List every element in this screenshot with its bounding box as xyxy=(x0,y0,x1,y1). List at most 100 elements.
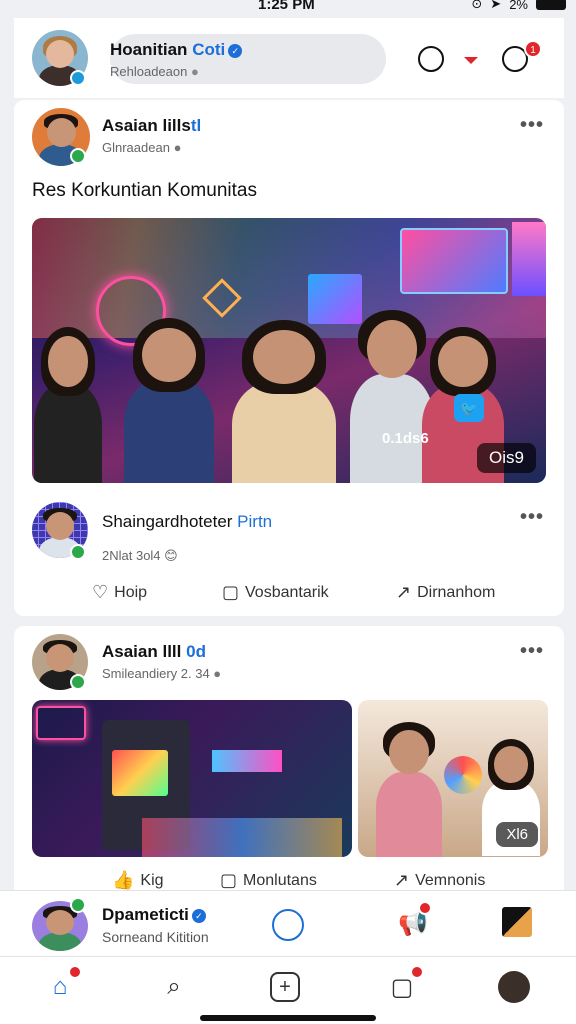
info-icon: ● xyxy=(190,64,199,79)
action-label: Dirnanhom xyxy=(417,583,496,601)
home-badge xyxy=(68,965,82,979)
status-time: 1:25 PM xyxy=(258,0,315,13)
action-label: Kig xyxy=(140,871,164,889)
avatar-face xyxy=(46,644,74,673)
action-button[interactable]: ▢ Vosbantarik xyxy=(222,582,329,603)
photo-label: Xl6 xyxy=(496,822,538,847)
verified-icon: ✓ xyxy=(191,908,206,923)
search-icon[interactable]: ⌕ xyxy=(156,969,192,1005)
avatar-face xyxy=(46,118,76,148)
post-photo[interactable] xyxy=(32,700,352,857)
comment-icon: ▢ xyxy=(220,870,238,890)
action-label: Vemnonis xyxy=(415,871,486,889)
shared-by-name[interactable]: Shaingardhoteter Pirtn xyxy=(102,512,272,532)
verified-icon: ✓ xyxy=(228,43,243,58)
status-bar: 1:25 PM ⊙ ➤ 2% xyxy=(0,0,576,18)
add-post-icon[interactable]: + xyxy=(270,972,300,1002)
person-head xyxy=(438,336,488,387)
person xyxy=(376,722,442,857)
author-accent: tl xyxy=(190,116,202,135)
more-options-icon[interactable]: ••• xyxy=(520,114,544,137)
arcade-screen xyxy=(112,750,168,796)
header-name-part1: Hoanitian xyxy=(110,40,188,59)
person-torso xyxy=(124,379,214,483)
header-name-part2: Coti xyxy=(192,40,226,59)
avatar-face xyxy=(46,40,74,69)
author-accent: 0d xyxy=(186,642,206,661)
action-button[interactable]: ↗ Dirnanhom xyxy=(396,582,495,603)
online-badge xyxy=(70,674,86,690)
bottom-profile-name[interactable]: Dpameticti ✓ xyxy=(102,905,206,925)
online-badge xyxy=(70,148,86,164)
timer-icon[interactable] xyxy=(272,909,304,941)
chat-badge xyxy=(410,965,424,979)
emoji-icon: 😊 xyxy=(164,548,178,563)
person-head xyxy=(366,320,418,378)
bottom-profile-name-text: Dpameticti xyxy=(102,905,189,924)
more-options-icon[interactable]: ••• xyxy=(520,506,544,529)
floor-light xyxy=(142,818,342,857)
post-photo[interactable]: 🐦 0.1ds6 Ois9 xyxy=(32,218,546,483)
header-subtitle-text: Rehloadeaon xyxy=(110,64,188,79)
action-button[interactable]: 👍 Kig xyxy=(112,870,164,891)
neon-screen-3 xyxy=(512,222,546,296)
shared-time: 2Nlat 3ol4 😊 xyxy=(102,548,178,564)
neon-screen-1 xyxy=(400,228,508,294)
status-icons: ⊙ ➤ 2% xyxy=(471,0,566,12)
online-badge xyxy=(70,897,86,913)
battery-icon xyxy=(536,0,566,10)
person-torso xyxy=(34,384,102,483)
shared-by-part2: Pirtn xyxy=(237,512,273,531)
bird-icon: 🐦 xyxy=(454,394,484,422)
action-button[interactable]: ▢ Monlutans xyxy=(220,870,317,891)
globe-icon: ● xyxy=(173,140,182,155)
action-button[interactable]: ♡ Hoip xyxy=(92,582,147,603)
post-card: Asaian llll 0d Smileandiery 2. 34 ● ••• … xyxy=(14,626,564,906)
post-subtitle-text: Glnraadean xyxy=(102,140,170,155)
person xyxy=(34,327,102,483)
action-button[interactable]: ↗ Vemnonis xyxy=(394,870,485,891)
home-indicator[interactable] xyxy=(200,1015,376,1021)
online-badge xyxy=(70,544,86,560)
like-icon: ♡ xyxy=(92,582,109,602)
header-name: Hoanitian Coti ✓ xyxy=(110,40,243,60)
profile-icon[interactable] xyxy=(498,971,530,1003)
post-author-name[interactable]: Asaian llll 0d xyxy=(102,642,206,662)
person-torso xyxy=(376,771,442,857)
header-subtitle: Rehloadeaon ● xyxy=(110,64,199,79)
megaphone-badge xyxy=(418,901,432,915)
more-options-icon[interactable]: ••• xyxy=(520,640,544,663)
photo-overlay-text: 0.1ds6 xyxy=(382,430,429,447)
dropdown-caret-icon[interactable] xyxy=(464,57,478,64)
bottom-profile-subtitle: Sorneand Kitition xyxy=(102,929,209,945)
post-photo[interactable]: Xl6 xyxy=(358,700,548,857)
person-head xyxy=(389,730,429,775)
alarm-icon: ⊙ xyxy=(471,0,483,11)
shared-time-text: 2Nlat 3ol4 xyxy=(102,548,161,563)
background-screens xyxy=(212,750,282,772)
comment-icon: ▢ xyxy=(222,582,240,602)
avatar-face xyxy=(46,512,74,541)
online-badge xyxy=(70,70,86,86)
share-icon: ↗ xyxy=(396,582,412,602)
profile-pill[interactable]: Hoanitian Coti ✓ Rehloadeaon ● xyxy=(110,34,386,84)
post-author-name[interactable]: Asaian lillstl xyxy=(102,116,201,136)
author-text: Asaian lills xyxy=(102,116,191,135)
ball xyxy=(444,756,482,794)
bottom-profile-bar: Dpameticti ✓ Sorneand Kitition 📢 xyxy=(0,890,576,956)
avatar-face xyxy=(46,910,74,935)
action-label: Monlutans xyxy=(243,871,317,889)
author-text: Asaian llll xyxy=(102,642,182,661)
share-icon: ↗ xyxy=(394,870,410,890)
person xyxy=(124,318,214,483)
app-thumbnail-icon[interactable] xyxy=(502,907,532,937)
photo-label: Ois9 xyxy=(477,443,536,473)
action-label: Vosbantarik xyxy=(245,583,329,601)
tab-bar: ⌂ ⌕ + ▢ xyxy=(0,956,576,1024)
post-card: Asaian lillstl Glnraadean ● ••• Res Kork… xyxy=(14,100,564,616)
app-header: Hoanitian Coti ✓ Rehloadeaon ● 1 xyxy=(14,18,564,98)
neon-sign xyxy=(36,706,86,740)
person-torso xyxy=(232,381,336,483)
messenger-badge: 1 xyxy=(524,40,542,58)
timer-icon[interactable] xyxy=(418,46,444,72)
